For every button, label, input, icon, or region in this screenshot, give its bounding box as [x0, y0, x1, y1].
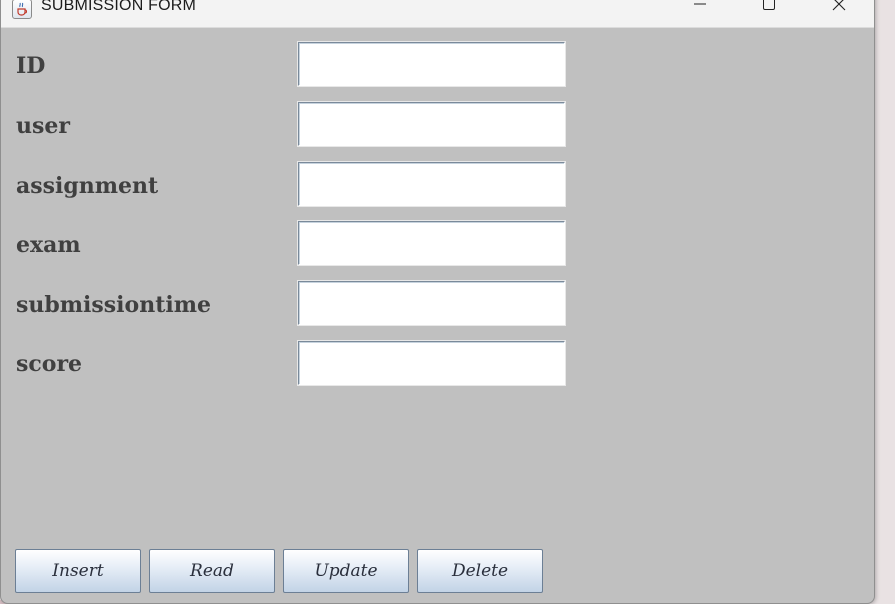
- window-title: SUBMISSION FORM: [41, 0, 197, 14]
- submissiontime-label: submissiontime: [16, 292, 211, 318]
- id-label: ID: [16, 53, 46, 79]
- user-label: user: [16, 113, 70, 139]
- exam-field[interactable]: [298, 221, 565, 265]
- close-icon: [832, 0, 846, 11]
- assignment-label: assignment: [16, 173, 159, 199]
- maximize-button[interactable]: [746, 0, 792, 19]
- maximize-icon: [763, 0, 775, 10]
- title-bar[interactable]: SUBMISSION FORM: [1, 0, 874, 28]
- exam-label: exam: [16, 232, 81, 258]
- update-button[interactable]: Update: [283, 549, 409, 593]
- score-field[interactable]: [298, 341, 565, 385]
- close-button[interactable]: [816, 0, 862, 19]
- read-button[interactable]: Read: [149, 549, 275, 593]
- minimize-icon: [694, 3, 706, 5]
- assignment-field[interactable]: [298, 162, 565, 206]
- minimize-button[interactable]: [677, 0, 723, 19]
- submissiontime-field[interactable]: [298, 281, 565, 325]
- user-field[interactable]: [298, 102, 565, 146]
- delete-button[interactable]: Delete: [417, 549, 543, 593]
- submission-form-window: SUBMISSION FORM ID user assignment exam …: [0, 0, 875, 604]
- score-label: score: [16, 351, 83, 377]
- java-cup-icon: [12, 0, 32, 19]
- insert-button[interactable]: Insert: [15, 549, 141, 593]
- id-field[interactable]: [298, 42, 565, 86]
